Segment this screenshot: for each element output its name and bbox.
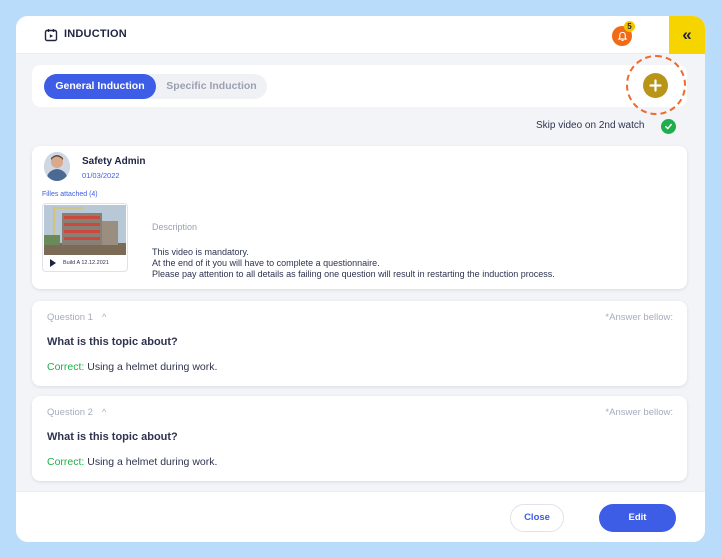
skip-video-checkbox[interactable] xyxy=(661,119,676,134)
files-attached-link[interactable]: Filles attached (4) xyxy=(42,191,98,198)
chevron-up-icon[interactable]: ^ xyxy=(102,312,106,322)
answer-note: *Answer bellow: xyxy=(605,407,673,418)
attachment-caption: Build A 12.12.2021 xyxy=(63,260,109,266)
checkmark-icon xyxy=(665,123,672,130)
avatar xyxy=(44,152,70,181)
induction-window: INDUCTION 5 « General Induction Specific… xyxy=(16,16,705,542)
description-line: At the end of it you will have to comple… xyxy=(152,258,380,268)
question-number: Question 1 xyxy=(47,312,93,323)
building-photo xyxy=(44,205,126,255)
question-card: Question 1 ^ *Answer bellow: What is thi… xyxy=(32,301,687,386)
correct-label: Correct: xyxy=(47,361,85,373)
correct-answer-text: Using a helmet during work. xyxy=(84,361,218,373)
post-date: 01/03/2022 xyxy=(82,171,120,180)
chevron-up-icon[interactable]: ^ xyxy=(102,407,106,417)
video-attachment-thumbnail[interactable]: Build A 12.12.2021 xyxy=(42,203,128,272)
tab-group: General Induction Specific Induction xyxy=(44,74,267,99)
post-author: Safety Admin xyxy=(82,156,146,167)
tab-specific-induction[interactable]: Specific Induction xyxy=(156,74,267,99)
page-title: INDUCTION xyxy=(64,28,127,40)
skip-video-label: Skip video on 2nd watch xyxy=(536,120,645,131)
question-text: What is this topic about? xyxy=(47,431,178,443)
induction-tabs-bar: General Induction Specific Induction xyxy=(32,65,687,107)
answer-note: *Answer bellow: xyxy=(605,312,673,323)
question-number: Question 2 xyxy=(47,407,93,418)
question-card: Question 2 ^ *Answer bellow: What is thi… xyxy=(32,396,687,481)
calendar-play-icon xyxy=(44,29,58,42)
question-text: What is this topic about? xyxy=(47,336,178,348)
description-label: Description xyxy=(152,222,198,232)
edit-button[interactable]: Edit xyxy=(599,504,676,532)
tab-general-induction[interactable]: General Induction xyxy=(44,74,156,99)
collapse-panel-button[interactable]: « xyxy=(669,16,705,54)
description-line: This video is mandatory. xyxy=(152,247,249,257)
footer: Close Edit xyxy=(16,491,705,542)
correct-answer-text: Using a helmet during work. xyxy=(84,456,218,468)
induction-post-card: Safety Admin 01/03/2022 Filles attached … xyxy=(32,146,687,289)
add-button[interactable] xyxy=(643,73,668,98)
play-icon[interactable] xyxy=(50,259,56,267)
description-line: Please pay attention to all details as f… xyxy=(152,269,555,279)
plus-icon xyxy=(649,79,662,92)
correct-label: Correct: xyxy=(47,456,85,468)
correct-answer: Correct: Using a helmet during work. xyxy=(47,361,217,373)
correct-answer: Correct: Using a helmet during work. xyxy=(47,456,217,468)
header: INDUCTION 5 « xyxy=(16,16,705,54)
close-button[interactable]: Close xyxy=(510,504,564,532)
notification-count-badge: 5 xyxy=(624,21,635,32)
